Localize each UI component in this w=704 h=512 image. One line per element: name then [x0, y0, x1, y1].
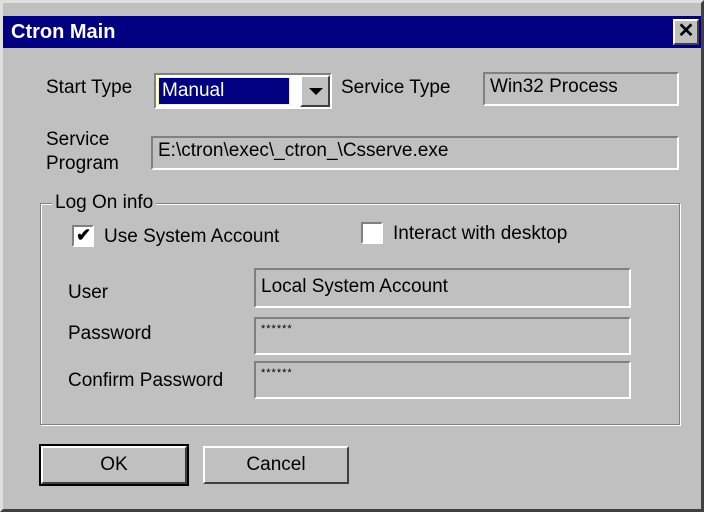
user-label: User	[68, 282, 109, 303]
close-icon: ✕	[677, 20, 695, 42]
password-field: ******	[254, 317, 631, 355]
confirm-password-field: ******	[254, 361, 631, 399]
use-system-account-checkbox[interactable]: ✔	[72, 225, 94, 247]
title-bar[interactable]: Ctron Main ✕	[3, 16, 701, 48]
chevron-down-icon[interactable]	[300, 75, 330, 107]
start-type-dropdown[interactable]: Manual	[154, 73, 332, 109]
service-program-label-line2: Program	[46, 153, 119, 174]
ok-button[interactable]: OK	[39, 444, 189, 486]
service-program-label-line1: Service	[46, 129, 110, 150]
confirm-password-label: Confirm Password	[68, 370, 224, 391]
service-type-field: Win32 Process	[483, 72, 679, 106]
logon-group-label: Log On info	[52, 191, 157, 215]
start-type-label: Start Type	[46, 77, 133, 98]
start-type-value: Manual	[158, 77, 290, 105]
service-type-label: Service Type	[341, 77, 451, 98]
use-system-account-label[interactable]: Use System Account	[104, 225, 279, 249]
service-program-field: E:\ctron\exec\_ctron_\Csserve.exe	[151, 136, 679, 170]
close-button[interactable]: ✕	[673, 19, 699, 45]
user-field: Local System Account	[254, 268, 631, 308]
password-label: Password	[68, 323, 152, 344]
cancel-button[interactable]: Cancel	[203, 446, 349, 484]
interact-desktop-checkbox[interactable]	[361, 222, 383, 244]
window-title: Ctron Main	[11, 21, 116, 43]
interact-desktop-label[interactable]: Interact with desktop	[393, 222, 567, 246]
check-icon: ✔	[76, 225, 92, 245]
